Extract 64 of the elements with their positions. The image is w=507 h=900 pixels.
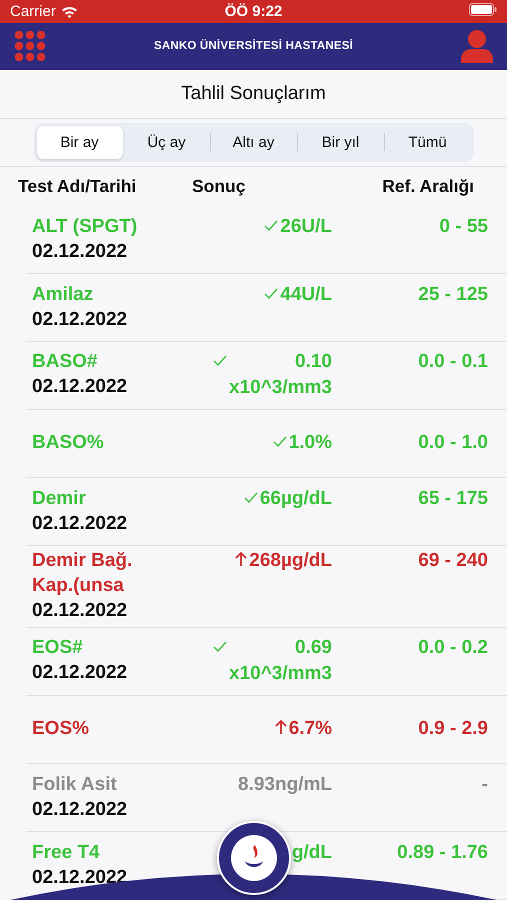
result-value: 268µg/dL — [249, 549, 332, 574]
profile-icon[interactable] — [461, 30, 493, 63]
wifi-icon — [60, 5, 78, 18]
test-date: 02.12.2022 — [32, 240, 128, 264]
flame-logo-icon — [230, 834, 278, 882]
period-tab[interactable]: Bir ay — [36, 126, 122, 159]
test-date: 02.12.2022 — [32, 512, 128, 536]
reference-range: 0.0 - 0.2 — [417, 636, 488, 660]
test-date: 02.12.2022 — [32, 599, 128, 624]
grid-menu-icon[interactable] — [14, 31, 46, 62]
reference-range: 0.0 - 0.1 — [417, 350, 488, 374]
test-name: Demir Bağ. Kap.(unsa — [32, 549, 134, 598]
hospital-name: SANKO ÜNİVERSİTESİ HASTANESİ — [154, 40, 353, 52]
test-date: 02.12.2022 — [32, 374, 128, 399]
check-icon — [213, 354, 227, 367]
carrier-label: Carrier — [10, 3, 225, 20]
result-value: 0.10 x10^3/mm3 — [229, 350, 332, 400]
reference-range: 65 - 175 — [417, 486, 488, 511]
period-tab[interactable]: Tümü — [384, 126, 470, 159]
up-arrow-icon — [235, 551, 248, 568]
result-value: 66µg/dL — [260, 486, 332, 511]
result-value: 8.93ng/mL — [238, 772, 332, 797]
battery-icon — [469, 3, 497, 16]
result-value: 26U/L — [280, 214, 332, 239]
page-title: Tahlil Sonuçlarım — [181, 82, 326, 105]
test-date: 02.12.2022 — [32, 798, 128, 822]
check-icon — [244, 492, 258, 504]
reference-range: 0.9 - 2.9 — [417, 716, 488, 741]
result-value: 6.7% — [288, 716, 332, 741]
result-value: g/dL — [292, 840, 332, 865]
home-button[interactable] — [217, 821, 291, 895]
test-date: 02.12.2022 — [32, 866, 128, 890]
test-name: EOS# — [32, 636, 84, 660]
column-header: Ref. Aralığı — [381, 176, 475, 198]
test-name: ALT (SPGT) — [32, 214, 138, 239]
clock-time: ÖÖ 9:22 — [224, 3, 282, 20]
result-value: 1.0% — [288, 430, 332, 455]
test-date: 02.12.2022 — [32, 308, 128, 332]
test-name: EOS% — [32, 716, 90, 741]
reference-range: - — [480, 772, 488, 797]
test-name: Demir — [32, 486, 87, 511]
test-name: Amilaz — [32, 282, 94, 307]
up-arrow-icon — [274, 718, 287, 735]
reference-range: 69 - 240 — [417, 549, 488, 574]
reference-range: 0 - 55 — [438, 214, 488, 239]
test-name: BASO% — [32, 430, 105, 455]
result-value: 44U/L — [280, 282, 332, 307]
test-name: BASO# — [32, 350, 98, 374]
period-tab[interactable]: Bir yıl — [298, 126, 384, 159]
test-name: Folik Asit — [32, 772, 118, 797]
check-icon — [213, 640, 227, 653]
reference-range: 0.89 - 1.76 — [396, 840, 488, 865]
check-icon — [272, 436, 287, 448]
column-header: Test Adı/Tarihi — [18, 176, 138, 198]
test-date: 02.12.2022 — [32, 660, 128, 685]
reference-range: 0.0 - 1.0 — [417, 430, 488, 455]
period-tab[interactable]: Üç ay — [124, 126, 210, 159]
check-icon — [264, 288, 278, 300]
result-value: 0.69 x10^3/mm3 — [229, 636, 332, 686]
column-header: Sonuç — [191, 176, 246, 198]
reference-range: 25 - 125 — [417, 282, 488, 307]
test-name: Free T4 — [32, 840, 101, 865]
period-tab[interactable]: Altı ay — [210, 126, 296, 159]
check-icon — [264, 220, 278, 232]
